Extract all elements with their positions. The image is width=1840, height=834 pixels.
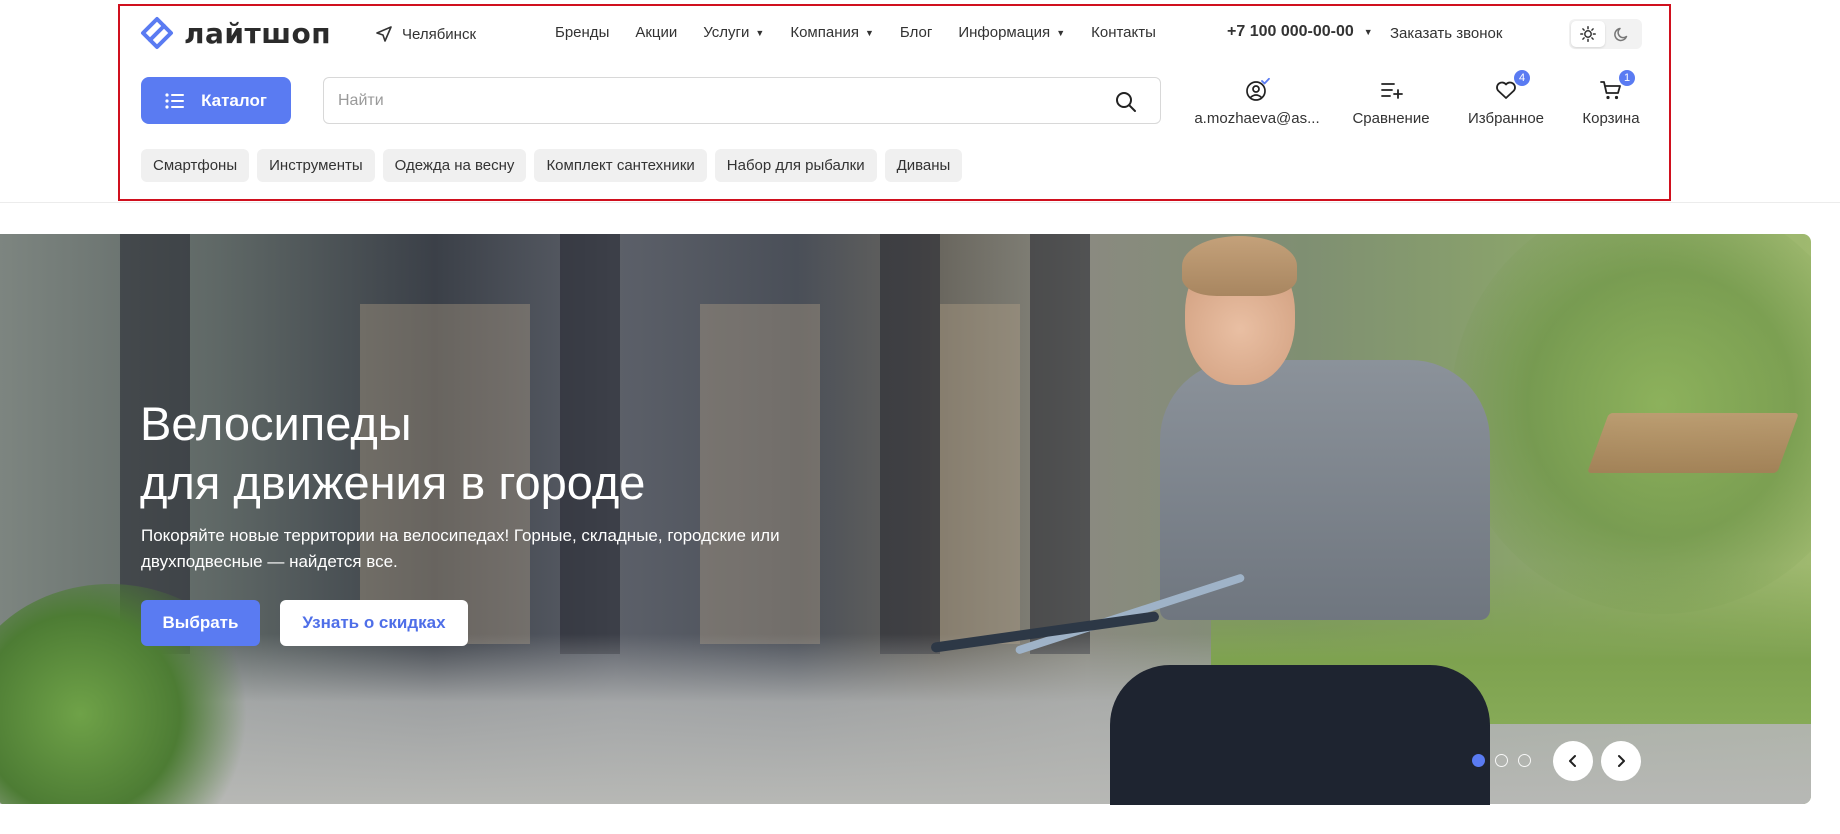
theme-toggle (1569, 19, 1642, 49)
hero-bg-column (1030, 234, 1090, 654)
city-name: Челябинск (402, 25, 477, 43)
hero-title-line: Велосипеды (140, 397, 412, 450)
compare-button[interactable]: Сравнение (1346, 76, 1436, 127)
hero-bench (1587, 413, 1799, 473)
cart-label: Корзина (1582, 110, 1640, 127)
quick-link-chip[interactable]: Смартфоны (141, 149, 250, 182)
city-selector[interactable]: Челябинск (375, 25, 476, 43)
callback-link[interactable]: Заказать звонок (1390, 25, 1502, 42)
quick-link-chip[interactable]: Диваны (884, 149, 963, 182)
slider-pagination (1472, 754, 1531, 767)
hero-subtitle: Покоряйте новые территории на велосипеда… (141, 526, 780, 571)
user-check-icon (1246, 77, 1270, 101)
nav-item-company[interactable]: Компания ▼ (790, 24, 874, 41)
favorites-count-badge: 4 (1514, 70, 1530, 86)
nav-label: Акции (635, 24, 678, 41)
list-icon (165, 92, 185, 109)
quick-link-chip[interactable]: Комплект сантехники (534, 149, 707, 182)
nav-item-blog[interactable]: Блог (900, 24, 932, 41)
cart-icon-wrap: 1 (1599, 70, 1635, 104)
discounts-button[interactable]: Узнать о скидках (280, 600, 468, 646)
favorites-button[interactable]: 4 Избранное (1461, 70, 1551, 127)
search-bar (323, 77, 1161, 124)
hero-title: Велосипеды для движения в городе (140, 394, 645, 512)
quick-link-chip[interactable]: Набор для рыбалки (714, 149, 877, 182)
phone-selector[interactable]: +7 100 000-00-00 ▼ (1227, 23, 1373, 41)
quick-links: Смартфоны Инструменты Одежда на весну Ко… (141, 149, 963, 182)
sun-icon (1580, 26, 1596, 42)
slider-next-button[interactable] (1601, 741, 1641, 781)
cart-button[interactable]: 1 Корзина (1576, 70, 1646, 127)
nav-item-contacts[interactable]: Контакты (1091, 24, 1156, 41)
compare-icon-wrap (1379, 76, 1403, 104)
caret-down-icon: ▼ (865, 27, 874, 38)
hero-bg-window (940, 304, 1020, 644)
chevron-right-icon (1618, 755, 1625, 767)
catalog-label: Каталог (201, 90, 267, 110)
hero-cyclist-hair (1182, 236, 1297, 296)
compare-label: Сравнение (1352, 110, 1430, 127)
hero-cyclist-legs (1110, 665, 1490, 805)
slider-dot[interactable] (1495, 754, 1508, 767)
light-theme-button[interactable] (1571, 21, 1605, 47)
nav-item-sales[interactable]: Акции (635, 24, 677, 41)
favorites-icon-wrap: 4 (1494, 70, 1530, 104)
location-arrow-icon (376, 26, 392, 42)
nav-item-brands[interactable]: Бренды (555, 24, 609, 41)
nav-label: Блог (899, 24, 933, 41)
nav-item-info[interactable]: Информация ▼ (958, 24, 1065, 41)
quick-link-chip[interactable]: Одежда на весну (382, 149, 527, 182)
search-input[interactable] (338, 78, 1098, 123)
caret-down-icon: ▼ (1363, 27, 1373, 37)
main-nav: Бренды Акции Услуги ▼ Компания ▼ Блог Инфо… (555, 24, 1182, 41)
slider-prev-button[interactable] (1553, 741, 1593, 781)
account-label: a.mozhaeva@as... (1194, 110, 1320, 127)
moon-icon (1614, 27, 1628, 42)
slider-dot[interactable] (1518, 754, 1531, 767)
phone-number: +7 100 000-00-00 (1227, 23, 1354, 40)
slider-dot[interactable] (1472, 754, 1485, 767)
nav-label: Компания (790, 24, 859, 41)
account-button[interactable]: a.mozhaeva@as... (1192, 76, 1322, 127)
hero-cyclist-body (1160, 360, 1490, 620)
logo-icon (141, 17, 173, 49)
hero-bg-column (880, 234, 940, 654)
caret-down-icon: ▼ (1056, 27, 1066, 38)
nav-label: Информация (958, 24, 1051, 41)
nav-item-services[interactable]: Услуги ▼ (703, 24, 764, 41)
quick-link-chip[interactable]: Инструменты (257, 149, 375, 182)
hero-banner (0, 234, 1811, 804)
nav-label: Услуги (703, 24, 750, 41)
hero-bg-window (700, 304, 820, 644)
logo[interactable]: лайтшоп (140, 16, 331, 50)
hero-title-line: для движения в городе (140, 456, 646, 509)
nav-label: Контакты (1091, 24, 1156, 41)
choose-button[interactable]: Выбрать (141, 600, 260, 646)
account-icon-wrap (1244, 76, 1270, 104)
dark-theme-button[interactable] (1605, 21, 1639, 47)
nav-label: Бренды (555, 24, 610, 41)
catalog-button[interactable]: Каталог (141, 77, 291, 124)
chevron-left-icon (1569, 755, 1576, 767)
logo-text: лайтшоп (184, 16, 332, 50)
header-divider (0, 202, 1840, 203)
caret-down-icon: ▼ (755, 27, 765, 38)
cart-count-badge: 1 (1619, 70, 1635, 86)
favorites-label: Избранное (1467, 110, 1545, 127)
search-icon[interactable] (1114, 90, 1138, 114)
compare-icon (1381, 83, 1403, 99)
